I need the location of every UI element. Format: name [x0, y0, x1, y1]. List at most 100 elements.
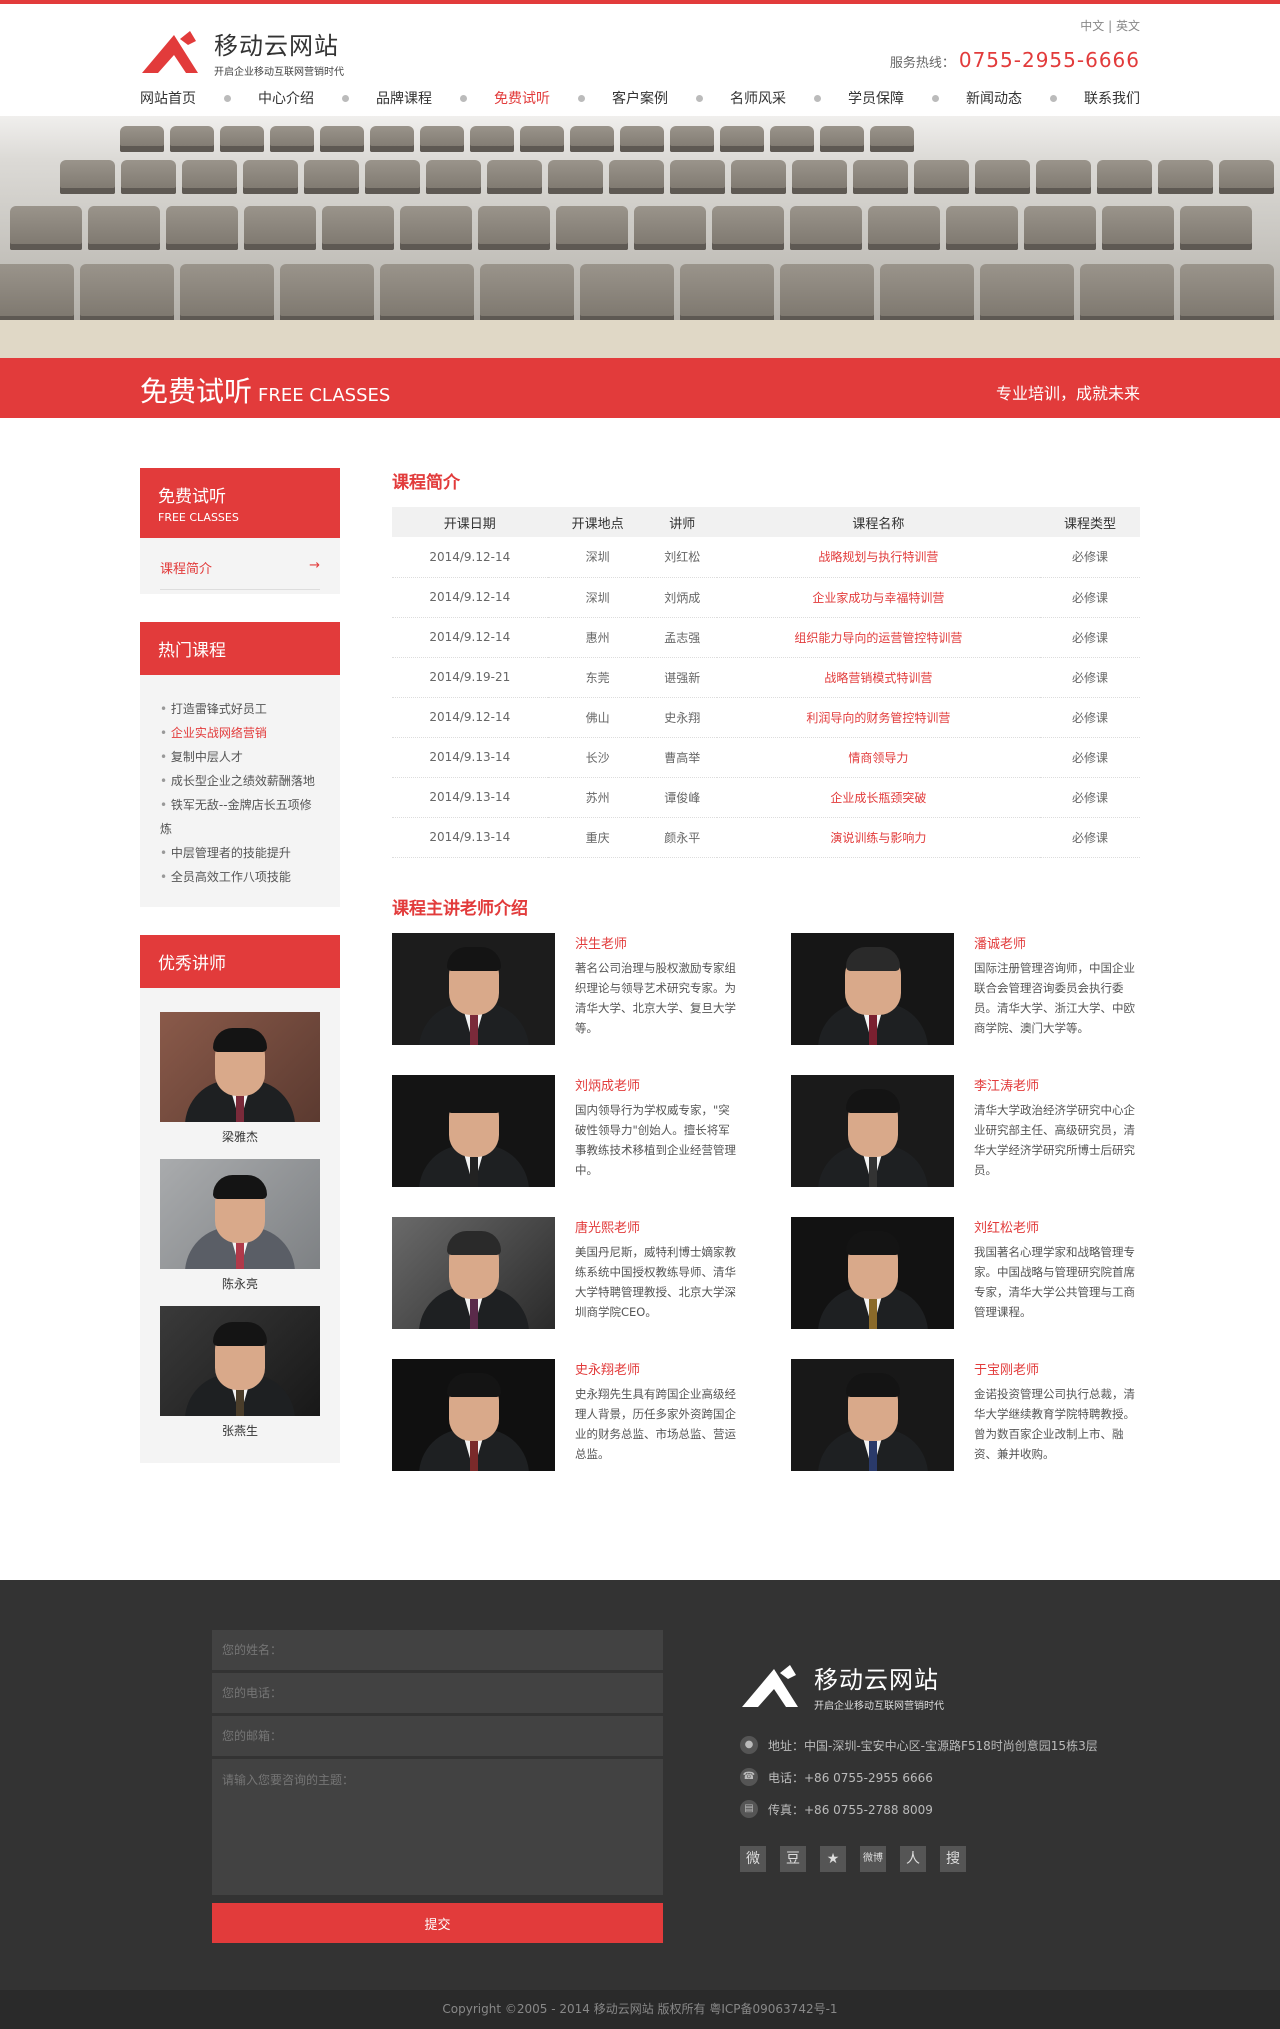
- course-name-link[interactable]: 战略营销模式特训营: [716, 657, 1040, 698]
- col-course-type: 课程类型: [1039, 507, 1140, 537]
- cell-date: 2014/9.12-14: [392, 697, 548, 738]
- phone-field[interactable]: [212, 1673, 663, 1713]
- lecturer-desc: 金诺投资管理公司执行总裁，清华大学继续教育学院特聘教授。曾为数百家企业改制上市、…: [974, 1386, 1135, 1461]
- cell-type: 必修课: [1039, 817, 1140, 858]
- course-name-link[interactable]: 企业家成功与幸福特训营: [716, 577, 1040, 618]
- cell-type: 必修课: [1039, 697, 1140, 738]
- lecturer-name[interactable]: 洪生老师: [575, 933, 741, 952]
- nav-item-guarantee[interactable]: 学员保障: [848, 88, 904, 108]
- lecturer-desc: 史永翔先生具有跨国企业高级经理人背景，历任多家外资跨国企业的财务总监、市场总监、…: [575, 1386, 736, 1461]
- lecturer-card[interactable]: 史永翔老师史永翔先生具有跨国企业高级经理人背景，历任多家外资跨国企业的财务总监、…: [392, 1358, 741, 1471]
- main-nav: 网站首页 中心介绍 品牌课程 免费试听 客户案例 名师风采 学员保障 新闻动态 …: [140, 88, 1140, 108]
- footer-phone: ☎ 电话：+86 0755-2955 6666: [740, 1768, 1120, 1786]
- cell-location: 苏州: [547, 777, 648, 818]
- hot-course-link[interactable]: 企业实战网络营销: [160, 721, 320, 745]
- cell-date: 2014/9.13-14: [392, 777, 548, 818]
- cell-date: 2014/9.13-14: [392, 737, 548, 778]
- seat-row: [0, 206, 1280, 250]
- teacher-card[interactable]: 陈永亮: [160, 1159, 320, 1292]
- lecturer-name[interactable]: 刘红松老师: [974, 1217, 1140, 1236]
- nav-item-home[interactable]: 网站首页: [140, 88, 196, 108]
- cell-type: 必修课: [1039, 537, 1140, 578]
- footer-info: 移动云网站 开启企业移动互联网营销时代 ● 地址：中国-深圳-宝安中心区-宝源路…: [740, 1660, 1120, 1872]
- lecturer-card[interactable]: 洪生老师著名公司治理与股权激励专家组织理论与领导艺术研究专家。为清华大学、北京大…: [392, 932, 741, 1045]
- nav-item-news[interactable]: 新闻动态: [966, 88, 1022, 108]
- cell-lecturer: 谭俊峰: [647, 777, 717, 818]
- lecturer-desc: 著名公司治理与股权激励专家组织理论与领导艺术研究专家。为清华大学、北京大学、复旦…: [575, 960, 736, 1035]
- nav-item-teachers[interactable]: 名师风采: [730, 88, 786, 108]
- teacher-card[interactable]: 张燕生: [160, 1306, 320, 1439]
- cell-type: 必修课: [1039, 577, 1140, 618]
- footer-logo[interactable]: 移动云网站 开启企业移动互联网营销时代: [740, 1660, 1120, 1712]
- cell-lecturer: 刘炳成: [647, 577, 717, 618]
- location-icon: ●: [740, 1736, 758, 1754]
- lang-separator: |: [1108, 19, 1113, 33]
- search-icon[interactable]: 搜: [940, 1846, 966, 1872]
- course-name-link[interactable]: 演说训练与影响力: [716, 817, 1040, 858]
- service-hotline: 服务热线： 0755-2955-6666: [890, 48, 1140, 72]
- nav-item-contact[interactable]: 联系我们: [1084, 88, 1140, 108]
- cell-location: 佛山: [547, 697, 648, 738]
- cell-lecturer: 孟志强: [647, 617, 717, 658]
- course-name-link[interactable]: 利润导向的财务管控特训营: [716, 697, 1040, 738]
- sidebar-section-subtitle: FREE CLASSES: [158, 511, 239, 524]
- weibo-icon[interactable]: 微博: [860, 1846, 886, 1872]
- lecturer-name[interactable]: 潘诚老师: [974, 933, 1140, 952]
- hot-course-link[interactable]: 全员高效工作八项技能: [160, 865, 320, 889]
- lecturer-card[interactable]: 刘炳成老师国内领导行为学权威专家，"突破性领导力"创始人。擅长将军事教练技术移植…: [392, 1074, 741, 1187]
- email-field[interactable]: [212, 1716, 663, 1756]
- nav-item-cases[interactable]: 客户案例: [612, 88, 668, 108]
- footer-address: ● 地址：中国-深圳-宝安中心区-宝源路F518时尚创意园15栋3层: [740, 1736, 1120, 1754]
- star-icon[interactable]: ★: [820, 1846, 846, 1872]
- nav-divider-dot: [341, 94, 349, 102]
- teacher-name: 梁雅杰: [221, 1130, 258, 1144]
- cell-location: 东莞: [547, 657, 648, 698]
- lecturer-photo: [791, 932, 954, 1045]
- lecturer-card[interactable]: 于宝刚老师金诺投资管理公司执行总裁，清华大学继续教育学院特聘教授。曾为数百家企业…: [791, 1358, 1140, 1471]
- site-logo[interactable]: 移动云网站 开启企业移动互联网营销时代: [140, 26, 344, 78]
- lecturer-name[interactable]: 李江涛老师: [974, 1075, 1140, 1094]
- course-name-link[interactable]: 组织能力导向的运营管控特训营: [716, 617, 1040, 658]
- sidebar-item-course-intro[interactable]: 课程简介 →: [160, 558, 320, 590]
- nav-divider-dot: [577, 94, 585, 102]
- lecturer-card[interactable]: 李江涛老师 清华大学政治经济学研究中心企业研究部主任、高级研究员，清华大学经济学研…: [791, 1074, 1140, 1187]
- lecturer-card[interactable]: 唐光熙老师 美国丹尼斯，威特利博士嫡家教练系统中国授权教练导师、清华大学特聘管理教…: [392, 1216, 741, 1329]
- table-row: 2014/9.19-21 东莞 谌强新 战略营销模式特训营 必修课: [392, 657, 1140, 698]
- lecturer-name[interactable]: 唐光熙老师: [575, 1217, 741, 1236]
- lecturer-card[interactable]: 刘红松老师 我国著名心理学家和战略管理专家。中国战略与管理研究院首席专家，清华大学…: [791, 1216, 1140, 1329]
- hot-course-link[interactable]: 复制中层人才: [160, 745, 320, 769]
- hot-course-link[interactable]: 成长型企业之绩效薪酬落地: [160, 769, 320, 793]
- lecturer-name[interactable]: 于宝刚老师: [974, 1359, 1140, 1378]
- douban-icon[interactable]: 豆: [780, 1846, 806, 1872]
- course-name-link[interactable]: 企业成长瓶颈突破: [716, 777, 1040, 818]
- lang-zh-link[interactable]: 中文: [1080, 19, 1104, 33]
- nav-item-courses[interactable]: 品牌课程: [376, 88, 432, 108]
- message-field[interactable]: [212, 1759, 663, 1895]
- brand-slogan: 开启企业移动互联网营销时代: [214, 67, 344, 78]
- footer-brand-slogan: 开启企业移动互联网营销时代: [814, 1701, 944, 1712]
- hot-course-link[interactable]: 打造雷锋式好员工: [160, 697, 320, 721]
- brand-name: 移动云网站: [214, 32, 339, 60]
- submit-button[interactable]: 提交: [212, 1903, 663, 1943]
- hot-course-link[interactable]: 中层管理者的技能提升: [160, 841, 320, 865]
- lecturer-card[interactable]: 潘诚老师 国际注册管理咨询师，中国企业联合会管理咨询委员会执行委员。清华大学、浙江…: [791, 932, 1140, 1045]
- wechat-icon[interactable]: 微: [740, 1846, 766, 1872]
- hot-course-link[interactable]: 铁军无敌--金牌店长五项修炼: [160, 793, 320, 841]
- renren-icon[interactable]: 人: [900, 1846, 926, 1872]
- lecturer-name[interactable]: 史永翔老师: [575, 1359, 741, 1378]
- page-title-cn: 免费试听: [140, 375, 253, 408]
- table-row: 2014/9.12-14 惠州 孟志强 组织能力导向的运营管控特训营 必修课: [392, 617, 1140, 658]
- nav-item-free-classes[interactable]: 免费试听: [494, 88, 550, 108]
- nav-item-about[interactable]: 中心介绍: [258, 88, 314, 108]
- lecturer-desc: 国内领导行为学权威专家，"突破性领导力"创始人。擅长将军事教练技术移植到企业经营…: [575, 1102, 736, 1177]
- course-name-link[interactable]: 情商领导力: [716, 737, 1040, 778]
- nav-divider-dot: [813, 94, 821, 102]
- name-field[interactable]: [212, 1630, 663, 1670]
- inquiry-form: 提交: [212, 1630, 663, 1943]
- course-name-link[interactable]: 战略规划与执行特训营: [716, 537, 1040, 578]
- teacher-card[interactable]: 梁雅杰: [160, 1012, 320, 1145]
- lecturer-name[interactable]: 刘炳成老师: [575, 1075, 741, 1094]
- table-row: 2014/9.13-14 长沙 曹高举 情商领导力 必修课: [392, 737, 1140, 778]
- teacher-photo: [160, 1012, 320, 1122]
- lang-en-link[interactable]: 英文: [1116, 19, 1140, 33]
